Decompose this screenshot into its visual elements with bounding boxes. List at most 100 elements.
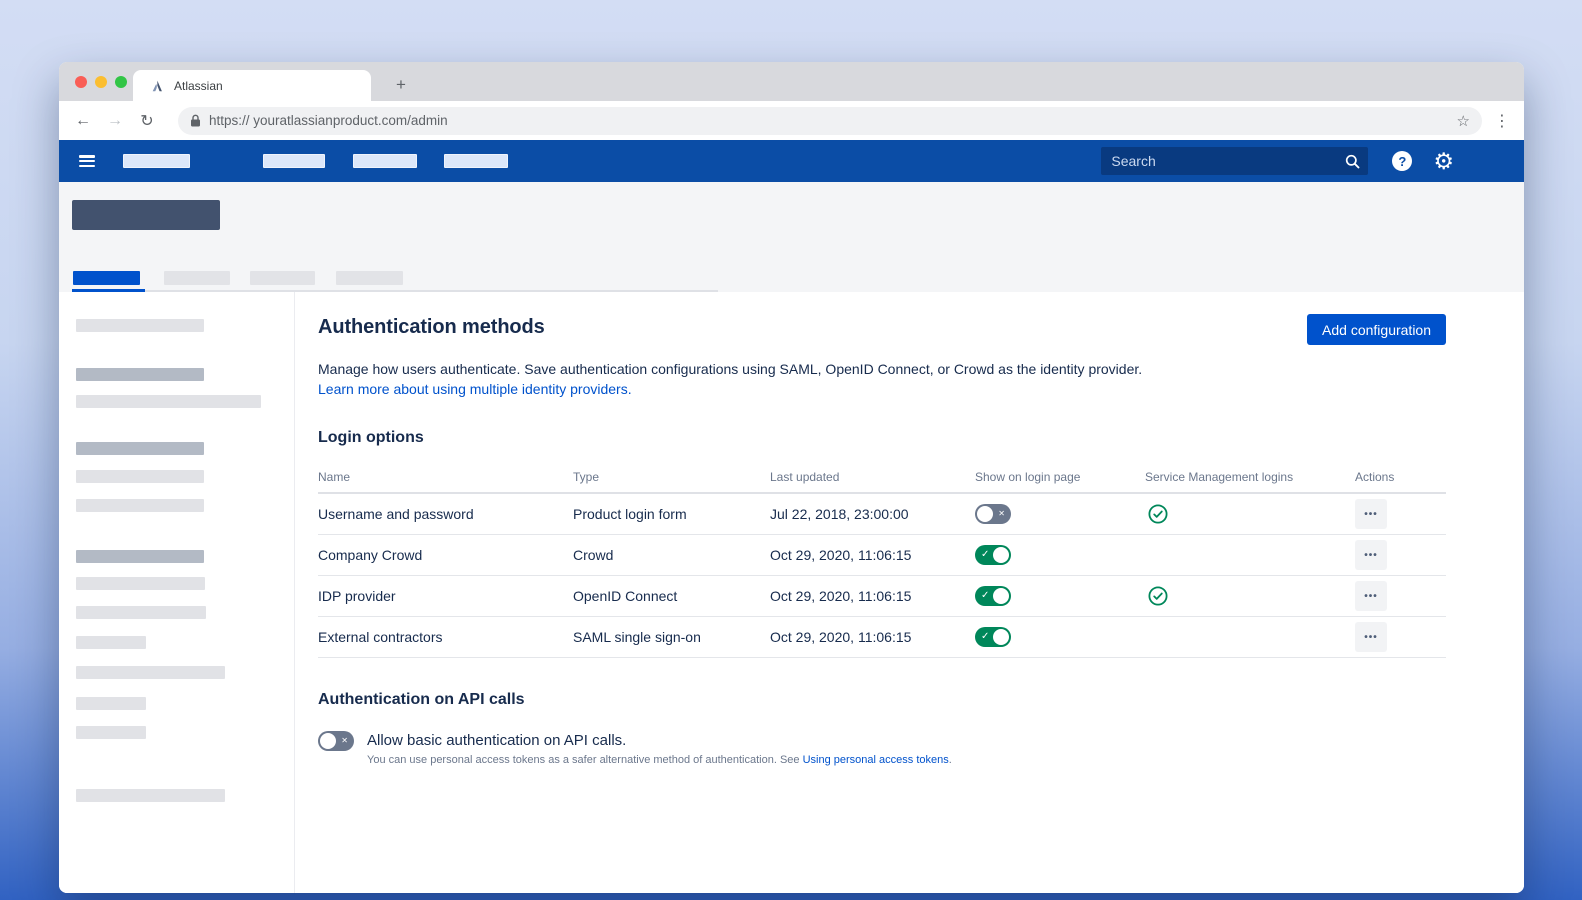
ellipsis-icon: ••• (1364, 632, 1378, 643)
browser-tab[interactable]: Atlassian (133, 70, 371, 101)
sidebar-skeleton-bar (76, 577, 205, 590)
toggle-on-mark-icon: ✓ (981, 632, 989, 642)
new-tab-button[interactable]: + (391, 75, 411, 95)
column-header-type: Type (573, 470, 770, 484)
close-window-button[interactable] (75, 76, 87, 88)
cell-actions: ••• (1355, 540, 1446, 570)
nav-item-placeholder[interactable] (353, 154, 417, 168)
cell-actions: ••• (1355, 622, 1446, 652)
sidebar-skeleton-bar (76, 395, 261, 408)
reload-button[interactable]: ↻ (135, 109, 159, 133)
page-description: Manage how users authenticate. Save auth… (318, 359, 1446, 379)
login-options-heading: Login options (318, 429, 1446, 447)
column-header-service-management: Service Management logins (1145, 470, 1355, 484)
page-title: Authentication methods (318, 316, 545, 339)
sidebar-skeleton-bar (76, 319, 204, 332)
row-type: Product login form (573, 506, 770, 522)
cell-show-on-login: ✓ (975, 627, 1145, 647)
basic-auth-toggle[interactable]: ✕ (318, 731, 354, 751)
sidebar-skeleton-bar (76, 442, 204, 455)
lock-icon (190, 114, 201, 127)
row-last-updated: Oct 29, 2020, 11:06:15 (770, 629, 975, 645)
check-circle-icon (1148, 586, 1168, 606)
ellipsis-icon: ••• (1364, 509, 1378, 520)
row-last-updated: Jul 22, 2018, 23:00:00 (770, 506, 975, 522)
app-navigation-bar: ? ⚙ (59, 140, 1524, 182)
column-header-show-on-login: Show on login page (975, 470, 1145, 484)
toggle-off-mark-icon: ✕ (341, 737, 348, 745)
row-actions-button[interactable]: ••• (1355, 499, 1387, 529)
row-last-updated: Oct 29, 2020, 11:06:15 (770, 547, 975, 563)
toggle-on-mark-icon: ✓ (981, 591, 989, 601)
row-actions-button[interactable]: ••• (1355, 540, 1387, 570)
cell-actions: ••• (1355, 581, 1446, 611)
tab-placeholder[interactable] (336, 271, 403, 285)
cell-show-on-login: ✓ (975, 545, 1145, 565)
toggle-knob (977, 506, 993, 522)
browser-menu-icon[interactable]: ⋮ (1494, 111, 1510, 131)
sidebar-skeleton-bar (76, 550, 204, 563)
show-on-login-page-toggle[interactable]: ✓ (975, 545, 1011, 565)
column-header-last-updated: Last updated (770, 470, 975, 484)
show-on-login-page-toggle[interactable]: ✓ (975, 627, 1011, 647)
cell-service-management (1145, 504, 1355, 524)
basic-auth-label: Allow basic authentication on API calls. (367, 732, 952, 749)
ellipsis-icon: ••• (1364, 591, 1378, 602)
show-on-login-page-toggle[interactable]: ✓ (975, 586, 1011, 606)
tab-title: Atlassian (174, 79, 223, 93)
bookmark-star-icon[interactable]: ☆ (1457, 112, 1470, 130)
help-icon[interactable]: ? (1392, 151, 1412, 171)
toggle-knob (993, 547, 1009, 563)
search-input[interactable] (1111, 153, 1345, 169)
column-header-actions: Actions (1355, 470, 1446, 484)
toggle-on-mark-icon: ✓ (981, 550, 989, 560)
browser-toolbar: ← → ↻ https:// youratlassianproduct.com/… (59, 101, 1524, 140)
browser-window: Atlassian + ← → ↻ https:// youratlassian… (59, 62, 1524, 893)
gear-icon[interactable]: ⚙ (1433, 150, 1454, 173)
toggle-knob (993, 588, 1009, 604)
row-type: Crowd (573, 547, 770, 563)
page-title-placeholder (72, 200, 220, 230)
zoom-window-button[interactable] (115, 76, 127, 88)
row-name: IDP provider (318, 588, 573, 604)
address-bar[interactable]: https:// youratlassianproduct.com/admin … (178, 107, 1482, 135)
forward-button[interactable]: → (103, 109, 127, 133)
nav-item-placeholder[interactable] (263, 154, 325, 168)
nav-search-box (1101, 147, 1368, 175)
window-controls (59, 76, 127, 88)
row-actions-button[interactable]: ••• (1355, 581, 1387, 611)
toggle-knob (993, 629, 1009, 645)
login-options-rows: Username and passwordProduct login formJ… (318, 494, 1446, 658)
sidebar-skeleton-bar (76, 789, 225, 802)
cell-show-on-login: ✕ (975, 504, 1145, 524)
nav-item-placeholder[interactable] (123, 154, 190, 168)
search-icon (1345, 154, 1360, 169)
hamburger-menu-icon[interactable] (79, 155, 95, 167)
sidebar-skeleton-bar (76, 368, 204, 381)
row-actions-button[interactable]: ••• (1355, 622, 1387, 652)
sidebar-skeleton-bar (76, 726, 146, 739)
row-last-updated: Oct 29, 2020, 11:06:15 (770, 588, 975, 604)
atlassian-logo-icon (150, 79, 164, 93)
sidebar-skeleton-bar (76, 636, 146, 649)
learn-more-link[interactable]: Learn more about using multiple identity… (318, 379, 632, 399)
active-tab-placeholder[interactable] (73, 271, 140, 285)
ellipsis-icon: ••• (1364, 550, 1378, 561)
nav-item-placeholder[interactable] (444, 154, 508, 168)
basic-auth-subtext: You can use personal access tokens as a … (367, 754, 952, 766)
tab-placeholder[interactable] (250, 271, 315, 285)
page-header-band (59, 182, 1524, 292)
minimize-window-button[interactable] (95, 76, 107, 88)
column-header-name: Name (318, 470, 573, 484)
check-circle-icon (1148, 504, 1168, 524)
back-button[interactable]: ← (71, 109, 95, 133)
main-content: Authentication methods Add configuration… (295, 292, 1524, 893)
add-configuration-button[interactable]: Add configuration (1307, 314, 1446, 345)
sidebar-skeleton-bar (76, 606, 206, 619)
tab-placeholder[interactable] (164, 271, 230, 285)
sidebar-skeleton-bar (76, 697, 146, 710)
cell-actions: ••• (1355, 499, 1446, 529)
show-on-login-page-toggle[interactable]: ✕ (975, 504, 1011, 524)
personal-access-tokens-link[interactable]: Using personal access tokens (803, 754, 949, 766)
browser-tab-strip: Atlassian + (59, 62, 1524, 101)
